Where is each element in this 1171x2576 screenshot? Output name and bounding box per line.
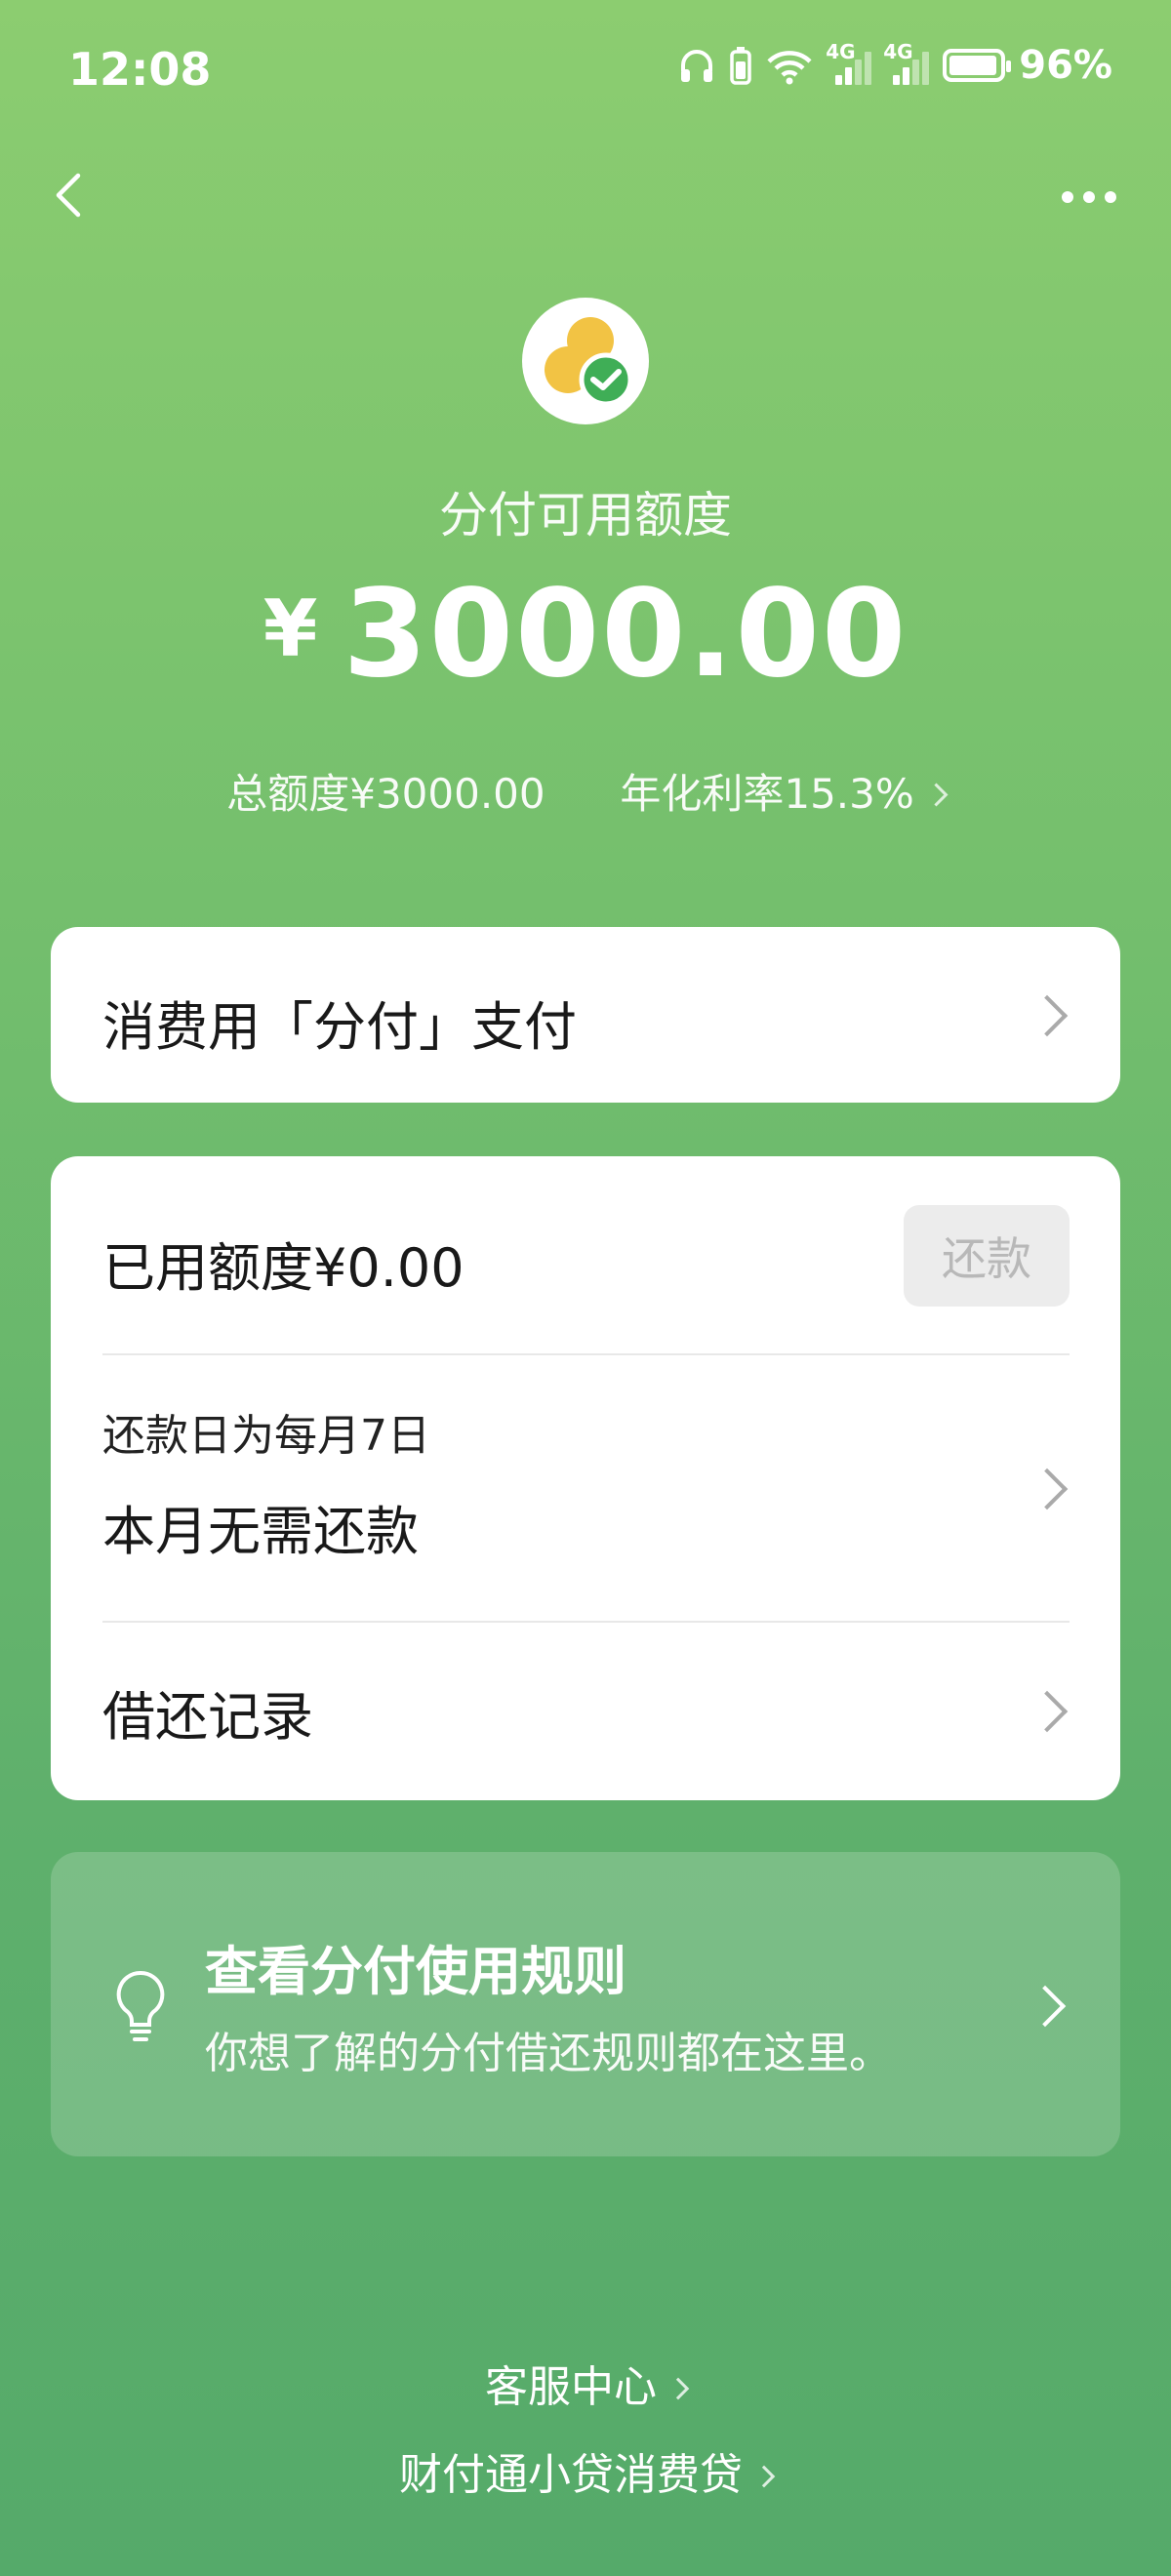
chevron-right-icon: [1026, 994, 1069, 1037]
available-amount: ¥3000.00: [0, 564, 1171, 704]
total-limit: 总额度¥3000.00: [226, 770, 545, 818]
chevron-right-icon: [752, 2465, 776, 2488]
used-amount: 已用额度¥0.00: [102, 1237, 464, 1299]
status-bar: 12:08 4G 4G 96%: [0, 0, 1171, 146]
currency-symbol: ¥: [262, 584, 318, 674]
status-time: 12:08: [68, 43, 212, 96]
due-status: 本月无需还款: [102, 1501, 419, 1562]
credit-title: 分付可用额度: [439, 487, 732, 543]
chevron-right-icon: [1026, 1468, 1069, 1510]
due-day-label: 还款日为每月7日: [102, 1411, 430, 1461]
lightbulb-icon: [116, 1970, 165, 2041]
status-icons: 4G 4G 96%: [677, 40, 1112, 88]
cellular-signal-2-icon: 4G: [883, 40, 930, 85]
wifi-icon: [767, 51, 812, 85]
credit-info: 总额度¥3000.00 年化利率15.3%: [0, 761, 1171, 821]
pay-with-fenfu-row[interactable]: 消费用「分付」支付: [51, 927, 1120, 1103]
cellular-signal-1-icon: 4G: [826, 40, 872, 85]
headphones-icon: [681, 50, 713, 82]
repayment-due-row[interactable]: 还款日为每月7日 本月无需还款: [51, 1355, 1120, 1621]
rules-subtitle: 你想了解的分付借还规则都在这里。: [205, 2029, 892, 2078]
pay-with-fenfu-label: 消费用「分付」支付: [102, 996, 577, 1058]
lender-link[interactable]: 财付通小贷消费贷: [0, 2439, 1171, 2502]
battery-icon: [943, 49, 1012, 82]
rules-title: 查看分付使用规则: [205, 1941, 626, 2002]
fenfu-logo: [522, 298, 649, 424]
chevron-right-icon: [1024, 1985, 1067, 2028]
records-label: 借还记录: [102, 1686, 313, 1748]
fenfu-logo-icon: [545, 317, 633, 407]
chevron-left-icon: [56, 173, 81, 218]
chevron-right-icon: [924, 783, 949, 807]
usage-rules-card[interactable]: 查看分付使用规则 你想了解的分付借还规则都在这里。: [51, 1852, 1120, 2156]
repay-button[interactable]: 还款: [904, 1205, 1070, 1307]
back-button[interactable]: [43, 168, 98, 222]
borrow-repay-records-row[interactable]: 借还记录: [51, 1623, 1120, 1800]
more-button[interactable]: [1050, 178, 1128, 217]
battery-fill: [949, 56, 997, 75]
chevron-right-icon: [1026, 1690, 1069, 1733]
annual-rate-link[interactable]: 年化利率15.3%: [620, 770, 949, 818]
usage-card: 已用额度¥0.00 还款 还款日为每月7日 本月无需还款 借还记录: [51, 1156, 1120, 1800]
customer-service-link[interactable]: 客服中心: [0, 2352, 1171, 2414]
more-dots-icon: [1062, 191, 1073, 203]
amount-value: 3000.00: [343, 564, 909, 704]
battery-percent: 96%: [1019, 43, 1112, 88]
chevron-right-icon: [666, 2377, 690, 2400]
battery-saver-icon: [730, 47, 751, 85]
nav-bar: [0, 156, 1171, 234]
